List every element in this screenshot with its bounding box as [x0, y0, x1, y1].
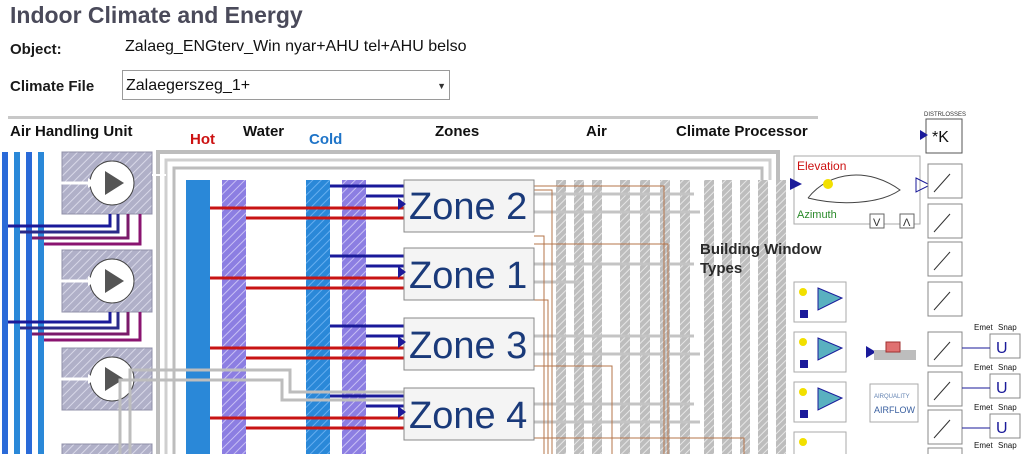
zone-box-zone-2[interactable]: Zone 2: [403, 179, 535, 233]
ahu-unit-2[interactable]: [54, 249, 153, 313]
hot-water-return: [222, 180, 246, 454]
zone-label: Zone 1: [409, 255, 527, 297]
emet-label: Emet: [974, 323, 993, 332]
emet-label: Emet: [974, 441, 993, 450]
zone-box-zone-3[interactable]: Zone 3: [403, 317, 535, 371]
airquality-label: AIRQUALITY: [874, 394, 910, 400]
building-window-label: Building Window: [700, 241, 822, 258]
sun-icon: [823, 179, 833, 189]
gauge-column: [927, 163, 963, 454]
cold-water-return: [342, 180, 366, 454]
window-type-4: [793, 431, 847, 454]
svg-text:U: U: [996, 380, 1008, 397]
airquality-block[interactable]: AIRQUALITY AIRFLOW: [869, 383, 919, 423]
zone-label: Zone 2: [409, 186, 527, 228]
hot-water-supply: [186, 180, 210, 454]
svg-text:U: U: [996, 420, 1008, 437]
climate-file-select[interactable]: Zalaegerszeg_1+ ▼: [122, 70, 450, 100]
elevation-label: Elevation: [797, 159, 846, 173]
zone-box-zone-1[interactable]: Zone 1: [403, 247, 535, 301]
airflow-label: AIRFLOW: [874, 405, 916, 415]
svg-text:V: V: [873, 217, 881, 229]
object-label: Object:: [10, 41, 62, 58]
azimuth-label: Azimuth: [797, 209, 837, 221]
zone-label: Zone 4: [409, 395, 527, 437]
emet-snap-blocks[interactable]: Emet Snap U Emet Snap U Emet Snap U Emet…: [962, 323, 1021, 450]
app-title: Indoor Climate and Energy: [10, 2, 303, 28]
air-columns: [556, 180, 786, 454]
ahu-supply-lines: [2, 152, 44, 454]
window-type-2: [793, 331, 847, 373]
building-window-sublabel: Types: [700, 260, 742, 277]
svg-text:U: U: [996, 340, 1008, 357]
climate-file-label: Climate File: [10, 78, 95, 95]
cold-water-supply: [306, 180, 330, 454]
zone-box-zone-4[interactable]: Zone 4: [403, 387, 535, 441]
window-type-3: [793, 381, 847, 423]
distrlosses-block[interactable]: DISTRLOSSES *K: [920, 112, 966, 154]
distrlosses-value: *K: [932, 129, 949, 146]
snap-label: Snap: [998, 363, 1017, 372]
building-block[interactable]: [866, 341, 916, 360]
chevron-down-icon: ▼: [437, 81, 446, 91]
emet-label: Emet: [974, 363, 993, 372]
svg-text:Λ: Λ: [903, 217, 911, 229]
ahu-unit-4[interactable]: [61, 443, 153, 454]
ahu-unit-1[interactable]: [54, 151, 166, 215]
object-value: Zalaeg_ENGterv_Win nyar+AHU tel+AHU bels…: [125, 38, 467, 55]
snap-label: Snap: [998, 403, 1017, 412]
snap-label: Snap: [998, 323, 1017, 332]
climate-processor[interactable]: Elevation Azimuth V Λ: [790, 155, 932, 229]
system-diagram: Zone 2 Zone 1 Zone 3 Zone 4 Building Win…: [2, 112, 1021, 454]
window-type-icons[interactable]: [793, 281, 847, 454]
window-type-1: [793, 281, 847, 323]
zone-label: Zone 3: [409, 325, 527, 367]
emet-label: Emet: [974, 403, 993, 412]
snap-label: Snap: [998, 441, 1017, 450]
climate-file-value: Zalaegerszeg_1+: [126, 77, 251, 94]
distrlosses-label: DISTRLOSSES: [924, 112, 966, 118]
